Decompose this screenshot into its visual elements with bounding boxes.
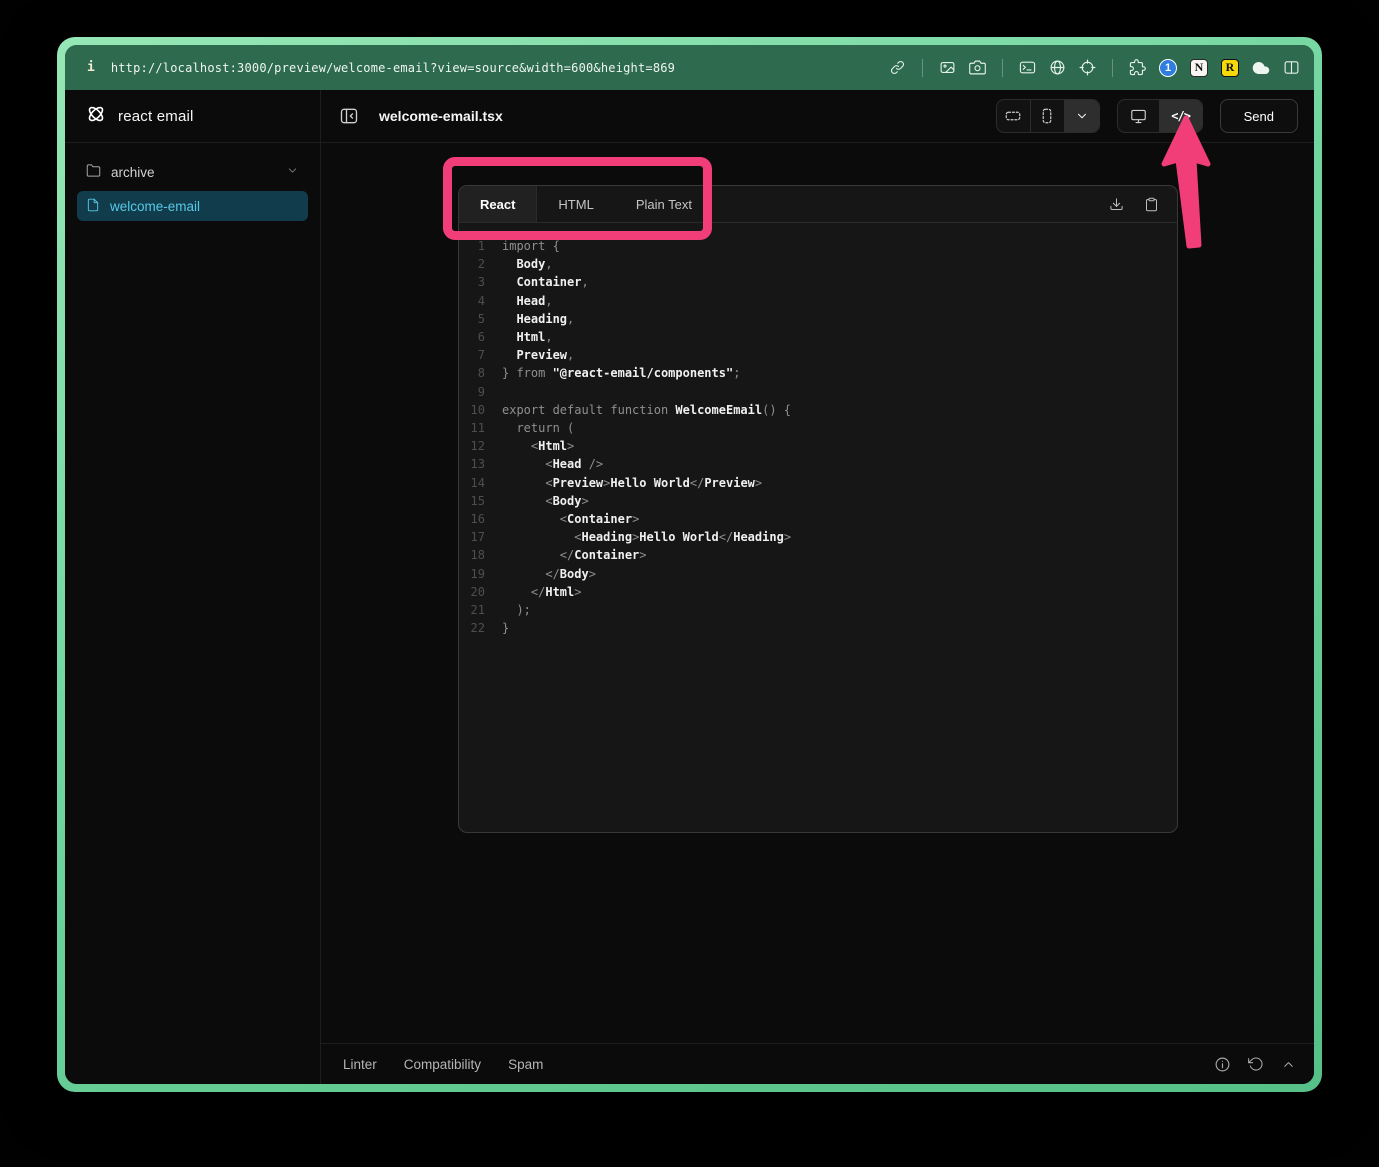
fit-height-button[interactable] [1031,100,1065,132]
code-line: 7 Preview, [469,346,1163,364]
crosshair-icon[interactable] [1079,59,1096,76]
code-line: 20 </Html> [469,583,1163,601]
code-line: 8} from "@react-email/components"; [469,364,1163,382]
screenshot-camera-icon[interactable] [969,59,986,76]
code-line: 11 return ( [469,419,1163,437]
cloud-icon[interactable] [1252,59,1270,77]
code-line: 18 </Container> [469,546,1163,564]
brand-name: react email [118,108,194,125]
download-icon[interactable] [1109,197,1124,212]
code-line: 2 Body, [469,255,1163,273]
email-tree: archive welcome-email [65,143,320,236]
file-icon [86,198,100,215]
page-info-icon[interactable]: i [87,60,95,75]
tab-linter[interactable]: Linter [343,1057,377,1072]
toolbar-divider [922,59,923,77]
welcome-email-label: welcome-email [110,199,200,214]
tab-react[interactable]: React [459,186,537,222]
code-line: 22} [469,619,1163,637]
address-bar-url[interactable]: http://localhost:3000/preview/welcome-em… [111,61,675,75]
tab-html[interactable]: HTML [537,186,614,222]
code-editor[interactable]: 1import {2 Body,3 Container,4 Head,5 Hea… [459,223,1177,637]
code-line: 13 <Head /> [469,455,1163,473]
code-line: 14 <Preview>Hello World</Preview> [469,474,1163,492]
refresh-icon[interactable] [1248,1056,1264,1072]
sidebar-item-archive[interactable]: archive [77,158,308,186]
sidebar: react email archive [65,90,321,1084]
archive-folder-label: archive [111,165,155,180]
source-viewer-panel: React HTML Plain Text [458,185,1178,833]
collapse-panel-chevron-icon[interactable] [1281,1057,1296,1072]
code-line: 21 ); [469,601,1163,619]
tab-compatibility[interactable]: Compatibility [404,1057,481,1072]
toolbar-divider [1112,59,1113,77]
code-line: 16 <Container> [469,510,1163,528]
copy-link-icon[interactable] [889,59,906,76]
view-mode-group: </> [1117,99,1203,133]
info-icon[interactable] [1214,1056,1231,1073]
sidebar-item-welcome-email[interactable]: welcome-email [77,191,308,221]
desktop-background: i http://localhost:3000/preview/welcome-… [0,0,1379,1167]
toolbar-divider [1002,59,1003,77]
source-code-button[interactable]: </> [1160,100,1202,132]
code-line: 4 Head, [469,292,1163,310]
extensions-puzzle-icon[interactable] [1129,59,1146,76]
globe-icon[interactable] [1049,59,1066,76]
code-line: 9 [469,383,1163,401]
code-line: 19 </Body> [469,565,1163,583]
tab-spam[interactable]: Spam [508,1057,543,1072]
bottom-panel-bar: Linter Compatibility Spam [321,1043,1314,1084]
react-email-logo-icon [85,103,107,130]
media-icon[interactable] [939,59,956,76]
page-title: welcome-email.tsx [379,108,503,124]
browser-window: i http://localhost:3000/preview/welcome-… [57,37,1322,1092]
code-line: 15 <Body> [469,492,1163,510]
fit-width-button[interactable] [997,100,1031,132]
code-line: 17 <Heading>Hello World</Heading> [469,528,1163,546]
split-view-icon[interactable] [1283,59,1300,76]
preview-canvas: React HTML Plain Text [321,143,1314,1043]
browser-address-bar: i http://localhost:3000/preview/welcome-… [65,45,1314,90]
code-line: 3 Container, [469,273,1163,291]
r-extension-icon[interactable]: R [1221,59,1239,77]
onepassword-extension-icon[interactable]: 1 [1159,59,1177,77]
code-icon: </> [1171,109,1190,123]
code-line: 10export default function WelcomeEmail()… [469,401,1163,419]
folder-icon [86,163,101,181]
code-line: 12 <Html> [469,437,1163,455]
viewport-options-dropdown[interactable] [1065,100,1099,132]
desktop-preview-button[interactable] [1118,100,1160,132]
main-header: welcome-email.tsx [321,90,1314,143]
chevron-down-icon[interactable] [286,164,299,180]
sidebar-collapse-icon[interactable] [335,102,363,130]
code-line: 5 Heading, [469,310,1163,328]
brand-header: react email [65,90,320,143]
viewport-size-group [996,99,1100,133]
tab-plain-text[interactable]: Plain Text [615,186,713,222]
send-button[interactable]: Send [1220,99,1298,133]
code-line: 1import { [469,237,1163,255]
source-format-tabs: React HTML Plain Text [459,186,1177,223]
notion-extension-icon[interactable]: N [1190,59,1208,77]
copy-to-clipboard-icon[interactable] [1144,197,1159,212]
terminal-icon[interactable] [1019,59,1036,76]
code-line: 6 Html, [469,328,1163,346]
